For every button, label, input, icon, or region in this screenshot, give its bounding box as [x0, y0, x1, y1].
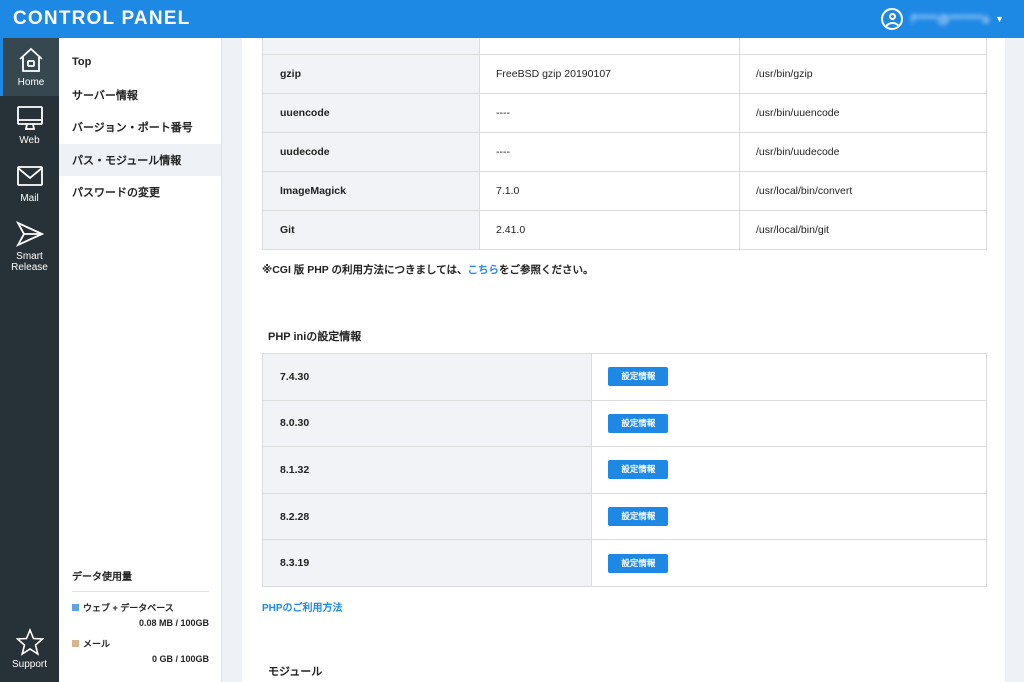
path-name-cell — [262, 38, 480, 55]
modules-heading: モジュール — [268, 666, 323, 678]
php-settings-cell: 設定情報 — [591, 492, 987, 541]
data-usage-title: データ使用量 — [72, 568, 209, 592]
path-location-cell: /usr/local/bin/convert — [739, 171, 987, 211]
usage-web-row: ウェブ + データベース — [72, 601, 209, 614]
php-usage-link[interactable]: PHPのご利用方法 — [262, 599, 343, 614]
table-row: 8.2.28 設定情報 — [261, 492, 987, 541]
content-card: gzip FreeBSD gzip 20190107 /usr/bin/gzip… — [242, 38, 1005, 682]
usage-web-value: 0.08 MB / 100GB — [138, 618, 209, 628]
nav-home[interactable]: Home — [0, 38, 59, 96]
path-version-cell: ---- — [479, 132, 740, 172]
usage-web-label: ウェブ + データベース — [83, 603, 174, 613]
note-text-before: ※CGI 版 PHP の利用方法につきましては、 — [262, 264, 468, 276]
path-table: gzip FreeBSD gzip 20190107 /usr/bin/gzip… — [262, 38, 987, 250]
table-row: uuencode ---- /usr/bin/uuencode — [262, 93, 987, 133]
php-settings-cell: 設定情報 — [591, 446, 987, 494]
subnav-item-top[interactable]: Top — [59, 46, 221, 79]
nav-mail[interactable]: Mail — [0, 154, 59, 212]
subnav-item-version-port[interactable]: バージョン・ポート番号 — [59, 111, 221, 144]
php-ini-heading: PHP iniの設定情報 — [268, 331, 362, 343]
nav-web[interactable]: Web — [0, 96, 59, 154]
subnav-item-password[interactable]: パスワードの変更 — [59, 176, 221, 209]
path-name-cell: gzip — [262, 54, 480, 94]
php-ini-table: 7.4.30 設定情報 8.0.30 設定情報 8.1.32 設定情報 8.2.… — [261, 353, 987, 587]
subnav-item-path-module[interactable]: パス・モジュール情報 — [59, 143, 221, 176]
nav-web-label: Web — [19, 135, 40, 146]
star-icon — [15, 628, 44, 656]
data-usage-panel: データ使用量 ウェブ + データベース 0.08 MB / 100GB メール … — [72, 568, 209, 664]
mail-usage-swatch — [72, 640, 79, 647]
nav-smart-release[interactable]: Smart Release — [0, 212, 59, 280]
chevron-down-icon[interactable]: ▼ — [995, 14, 1004, 24]
table-row: gzip FreeBSD gzip 20190107 /usr/bin/gzip — [262, 54, 987, 94]
cgi-php-link[interactable]: こちら — [468, 264, 500, 276]
path-location-cell: /usr/local/bin/git — [739, 210, 987, 250]
php-version-cell: 8.2.28 — [261, 492, 593, 541]
username-label[interactable]: f*****@*******a — [911, 12, 989, 26]
table-row — [262, 38, 987, 55]
php-version-cell: 8.3.19 — [261, 539, 593, 587]
subnav-item-server-info[interactable]: サーバー情報 — [59, 79, 221, 112]
table-row: 8.3.19 設定情報 — [261, 539, 987, 587]
table-row: ImageMagick 7.1.0 /usr/local/bin/convert — [262, 171, 987, 211]
usage-mail-row: メール — [72, 637, 209, 650]
nav-support[interactable]: Support — [0, 616, 59, 682]
note-text-after: をご参照ください。 — [499, 264, 594, 276]
nav-smart-release-label: Smart Release — [11, 250, 48, 273]
path-version-cell: ---- — [479, 93, 740, 133]
usage-mail-value: 0 GB / 100GB — [151, 654, 209, 664]
send-icon — [15, 220, 44, 247]
nav-support-label: Support — [11, 659, 48, 670]
mail-icon — [16, 166, 43, 186]
php-version-cell: 8.0.30 — [261, 399, 593, 448]
icon-sidebar: Home Web Mail Smart Release Support — [0, 38, 59, 682]
path-version-cell: 2.41.0 — [479, 210, 740, 250]
php-settings-button[interactable]: 設定情報 — [608, 553, 669, 573]
table-row: 8.0.30 設定情報 — [261, 399, 987, 448]
php-settings-cell: 設定情報 — [591, 399, 987, 448]
path-location-cell — [739, 38, 987, 55]
top-header: CONTROL PANEL f*****@*******a ▼ — [0, 0, 1024, 38]
path-name-cell: ImageMagick — [262, 171, 480, 211]
path-version-cell: 7.1.0 — [479, 171, 740, 211]
path-location-cell: /usr/bin/uuencode — [739, 93, 987, 133]
php-settings-button[interactable]: 設定情報 — [608, 460, 669, 480]
table-row: 8.1.32 設定情報 — [261, 446, 987, 494]
path-name-cell: uuencode — [262, 93, 480, 133]
user-menu[interactable]: f*****@*******a ▼ — [880, 8, 1004, 30]
brand-title[interactable]: CONTROL PANEL — [13, 8, 190, 30]
main-content[interactable]: gzip FreeBSD gzip 20190107 /usr/bin/gzip… — [222, 38, 1024, 682]
sub-navigation: Top サーバー情報 バージョン・ポート番号 パス・モジュール情報 パスワードの… — [59, 38, 222, 682]
table-row: Git 2.41.0 /usr/local/bin/git — [262, 210, 987, 250]
path-location-cell: /usr/bin/gzip — [739, 54, 987, 94]
web-usage-swatch — [72, 604, 79, 611]
path-location-cell: /usr/bin/uudecode — [739, 132, 987, 172]
php-settings-button[interactable]: 設定情報 — [608, 367, 669, 387]
table-row: uudecode ---- /usr/bin/uudecode — [262, 132, 987, 172]
path-version-cell: FreeBSD gzip 20190107 — [479, 54, 740, 94]
path-version-cell — [479, 38, 740, 55]
user-avatar-icon[interactable] — [880, 8, 903, 30]
php-settings-cell: 設定情報 — [591, 353, 987, 401]
home-icon — [19, 47, 43, 72]
table-row: 7.4.30 設定情報 — [261, 353, 987, 401]
monitor-icon — [16, 106, 43, 130]
php-settings-button[interactable]: 設定情報 — [608, 413, 669, 433]
php-settings-cell: 設定情報 — [591, 539, 987, 587]
php-version-cell: 7.4.30 — [261, 353, 593, 401]
php-version-cell: 8.1.32 — [261, 446, 593, 494]
usage-mail-label: メール — [83, 639, 111, 649]
nav-home-label: Home — [17, 77, 45, 88]
path-name-cell: uudecode — [262, 132, 480, 172]
path-name-cell: Git — [262, 210, 480, 250]
php-settings-button[interactable]: 設定情報 — [608, 507, 669, 527]
cgi-php-note: ※CGI 版 PHP の利用方法につきましては、こちらをご参照ください。 — [262, 262, 594, 277]
nav-mail-label: Mail — [20, 193, 39, 204]
